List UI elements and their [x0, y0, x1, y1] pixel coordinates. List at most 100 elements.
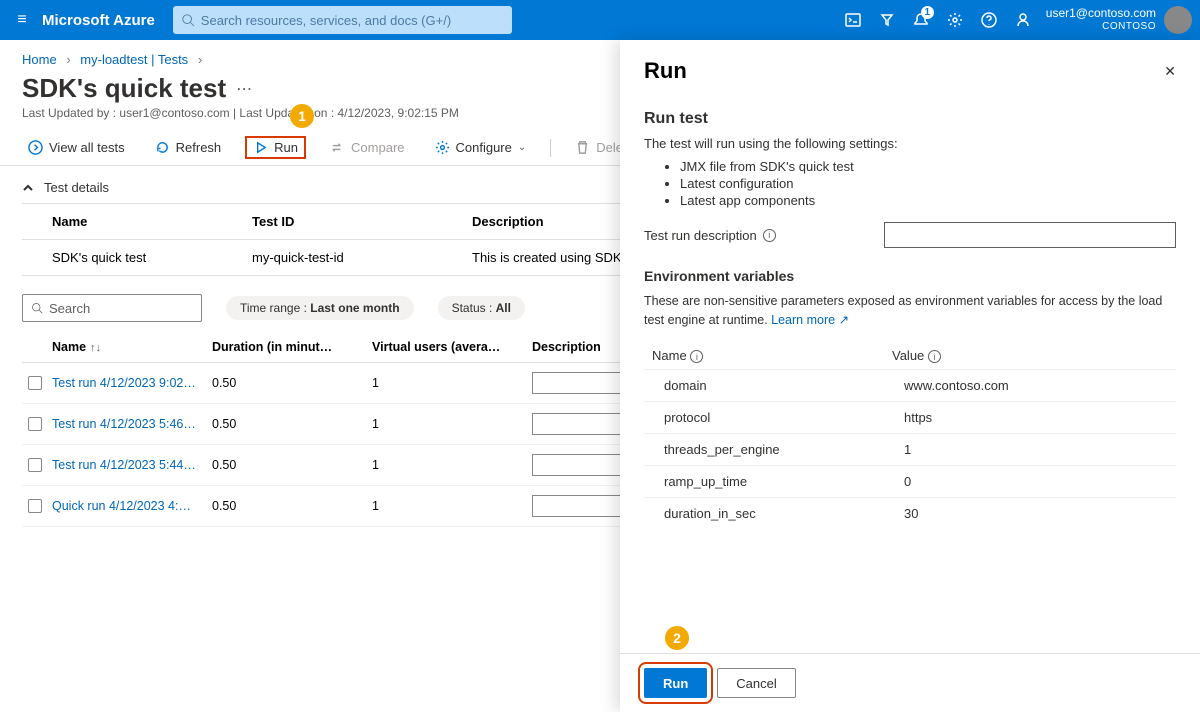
cell-vusers: 1	[372, 376, 532, 390]
env-value: www.contoso.com	[904, 378, 1104, 393]
cell-vusers: 1	[372, 458, 532, 472]
chevron-right-icon: ›	[66, 52, 70, 67]
page-title: SDK's quick test	[22, 73, 226, 104]
compare-label: Compare	[351, 140, 404, 155]
refresh-icon	[155, 140, 170, 155]
info-icon[interactable]: i	[690, 350, 703, 363]
env-col-value: Value	[892, 348, 924, 363]
test-run-description-label: Test run description i	[644, 228, 884, 243]
compare-button[interactable]: Compare	[324, 136, 410, 159]
run-button[interactable]: Run	[245, 136, 306, 159]
status-value: All	[496, 301, 511, 315]
notifications-badge: 1	[921, 6, 934, 19]
status-label: Status :	[452, 301, 496, 315]
run-link[interactable]: Quick run 4/12/2023 4:…	[52, 499, 212, 513]
cloud-shell-button[interactable]	[836, 0, 870, 40]
env-name: threads_per_engine	[664, 442, 904, 457]
breadcrumb-home[interactable]: Home	[22, 52, 57, 67]
more-actions-button[interactable]: ⋯	[236, 79, 252, 99]
settings-button[interactable]	[938, 0, 972, 40]
account-info[interactable]: user1@contoso.com CONTOSO	[1046, 6, 1156, 34]
user-email: user1@contoso.com	[1046, 6, 1156, 20]
row-checkbox[interactable]	[28, 458, 42, 472]
runs-col-vusers[interactable]: Virtual users (avera…	[372, 340, 532, 354]
run-test-heading: Run test	[644, 110, 1176, 128]
table-row: threads_per_engine1	[644, 433, 1176, 465]
run-panel: Run ✕ Run test The test will run using t…	[620, 40, 1200, 712]
top-bar: ≡ Microsoft Azure Search resources, serv…	[0, 0, 1200, 40]
panel-title: Run	[644, 58, 687, 84]
env-value: 0	[904, 474, 1104, 489]
env-value: https	[904, 410, 1104, 425]
row-checkbox[interactable]	[28, 417, 42, 431]
breadcrumb-level1[interactable]: my-loadtest | Tests	[80, 52, 188, 67]
env-name: duration_in_sec	[664, 506, 904, 521]
table-row: protocolhttps	[644, 401, 1176, 433]
avatar[interactable]	[1164, 6, 1192, 34]
learn-more-link[interactable]: Learn more ↗	[771, 313, 849, 327]
chevron-up-icon	[22, 182, 34, 194]
configure-label: Configure	[456, 140, 512, 155]
panel-footer: Run Cancel	[620, 653, 1200, 712]
run-link[interactable]: Test run 4/12/2023 9:02…	[52, 376, 212, 390]
cell-testid: my-quick-test-id	[252, 250, 472, 265]
run-submit-button[interactable]: Run	[644, 668, 707, 698]
info-icon[interactable]: i	[763, 229, 776, 242]
list-item: Latest app components	[680, 193, 1176, 208]
search-runs-input[interactable]: Search	[22, 294, 202, 322]
time-range-label: Time range :	[240, 301, 310, 315]
feedback-button[interactable]	[1006, 0, 1040, 40]
cell-vusers: 1	[372, 499, 532, 513]
toolbar-divider	[550, 139, 551, 157]
notifications-button[interactable]: 1	[904, 0, 938, 40]
row-checkbox[interactable]	[28, 376, 42, 390]
play-icon	[253, 140, 268, 155]
env-name: domain	[664, 378, 904, 393]
refresh-button[interactable]: Refresh	[149, 136, 228, 159]
cell-duration: 0.50	[212, 458, 372, 472]
view-all-tests-button[interactable]: View all tests	[22, 136, 131, 159]
status-filter[interactable]: Status : All	[438, 296, 525, 320]
test-run-description-input[interactable]	[884, 222, 1176, 248]
list-item: Latest configuration	[680, 176, 1176, 191]
search-runs-placeholder: Search	[49, 301, 90, 316]
global-search-input[interactable]: Search resources, services, and docs (G+…	[173, 6, 512, 34]
search-icon	[31, 302, 43, 314]
help-button[interactable]	[972, 0, 1006, 40]
table-row: duration_in_sec30	[644, 497, 1176, 529]
env-name: ramp_up_time	[664, 474, 904, 489]
list-item: JMX file from SDK's quick test	[680, 159, 1176, 174]
search-placeholder: Search resources, services, and docs (G+…	[201, 13, 451, 28]
configure-button[interactable]: Configure ⌄	[429, 136, 533, 159]
filter-icon-button[interactable]	[870, 0, 904, 40]
brand-label: Microsoft Azure	[42, 12, 155, 29]
time-range-filter[interactable]: Time range : Last one month	[226, 296, 414, 320]
env-value: 1	[904, 442, 1104, 457]
chevron-right-icon: ›	[198, 52, 202, 67]
cell-duration: 0.50	[212, 417, 372, 431]
runs-col-duration[interactable]: Duration (in minut…	[212, 340, 372, 354]
arrow-right-circle-icon	[28, 140, 43, 155]
run-link[interactable]: Test run 4/12/2023 5:44…	[52, 458, 212, 472]
test-details-label: Test details	[44, 180, 109, 195]
search-icon	[181, 13, 195, 27]
cancel-button[interactable]: Cancel	[717, 668, 795, 698]
compare-icon	[330, 140, 345, 155]
table-row: ramp_up_time0	[644, 465, 1176, 497]
run-label: Run	[274, 140, 298, 155]
hamburger-button[interactable]: ≡	[8, 11, 36, 29]
refresh-label: Refresh	[176, 140, 222, 155]
info-icon[interactable]: i	[928, 350, 941, 363]
close-button[interactable]: ✕	[1164, 63, 1176, 80]
table-row: domainwww.contoso.com	[644, 369, 1176, 401]
row-checkbox[interactable]	[28, 499, 42, 513]
col-name: Name	[52, 214, 252, 229]
sort-icon[interactable]: ↑↓	[90, 342, 101, 354]
view-all-tests-label: View all tests	[49, 140, 125, 155]
run-link[interactable]: Test run 4/12/2023 5:46…	[52, 417, 212, 431]
time-range-value: Last one month	[310, 301, 399, 315]
runs-col-name[interactable]: Name	[52, 340, 86, 354]
env-col-name: Name	[652, 348, 687, 363]
env-name: protocol	[664, 410, 904, 425]
chevron-down-icon: ⌄	[518, 142, 526, 153]
